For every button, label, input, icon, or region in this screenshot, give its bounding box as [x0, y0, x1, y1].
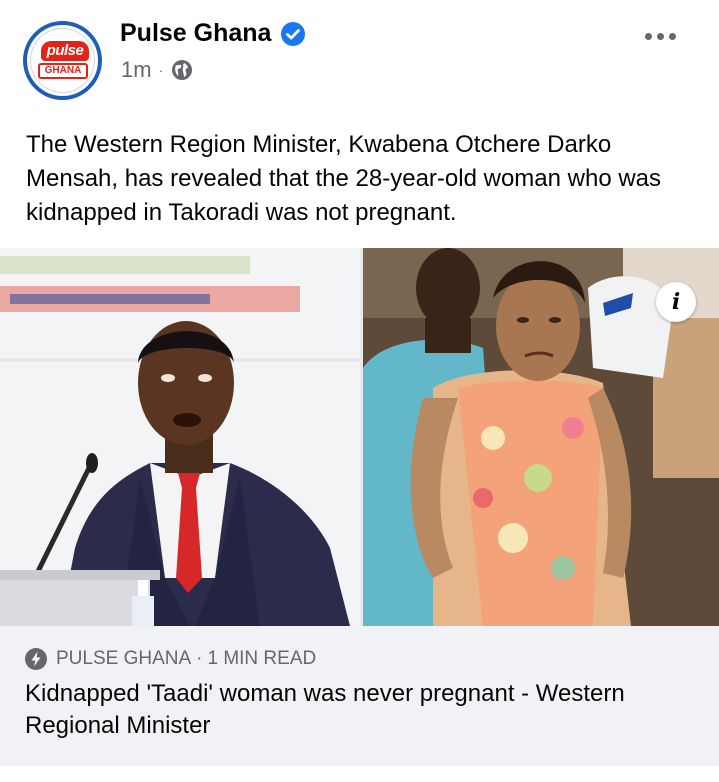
link-preview[interactable]: PULSE GHANA · 1 MIN READ Kidnapped 'Taad…: [0, 626, 719, 766]
info-icon[interactable]: i: [656, 282, 696, 322]
page-avatar[interactable]: pulse GHANA: [23, 21, 102, 100]
verified-badge-icon: [281, 22, 305, 46]
post-timestamp[interactable]: 1m: [121, 57, 152, 83]
globe-icon[interactable]: [171, 59, 193, 81]
more-dot: [645, 32, 652, 40]
post-text: The Western Region Minister, Kwabena Otc…: [26, 131, 662, 226]
logo-wordmark: pulse: [41, 41, 89, 61]
link-source: PULSE GHANA · 1 MIN READ: [25, 648, 316, 670]
link-title[interactable]: Kidnapped 'Taadi' woman was never pregna…: [25, 678, 705, 742]
pulse-bolt-icon: [25, 648, 47, 670]
bottom-spacer: [0, 766, 719, 782]
minister-photo[interactable]: [0, 248, 360, 626]
pulse-logo: pulse GHANA: [33, 31, 92, 90]
more-dot: [657, 32, 664, 40]
link-separator: ·: [196, 648, 203, 669]
more-dot: [669, 32, 676, 40]
meta-separator: ·: [158, 62, 164, 78]
link-read-time: 1 MIN READ: [207, 648, 317, 669]
link-source-name: PULSE GHANA: [56, 648, 192, 669]
post-meta: 1m ·: [121, 56, 193, 84]
post-media[interactable]: [0, 248, 719, 626]
page-name-link[interactable]: Pulse Ghana: [120, 19, 271, 48]
logo-country: GHANA: [38, 63, 88, 79]
more-options-icon[interactable]: [645, 26, 685, 46]
post-header: pulse GHANA Pulse Ghana 1m ·: [0, 0, 719, 115]
